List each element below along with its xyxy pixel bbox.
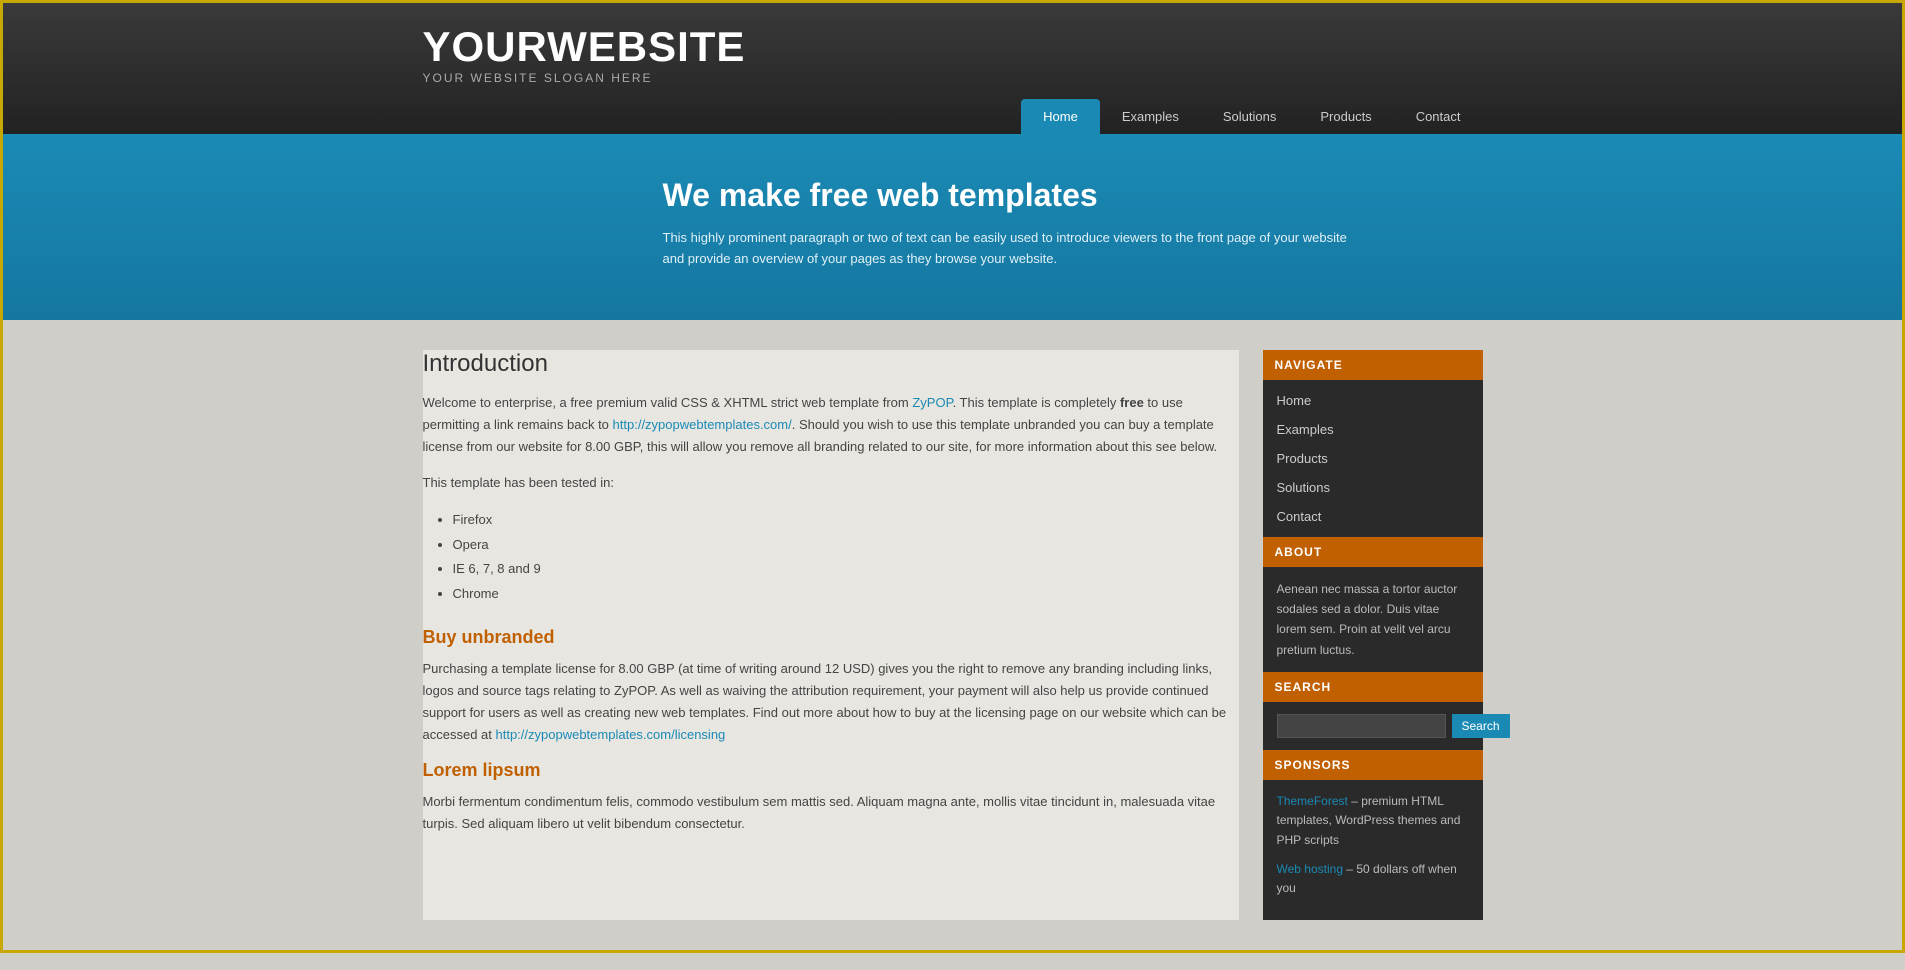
- content-area: Introduction Welcome to enterprise, a fr…: [423, 350, 1239, 921]
- sponsor-item-1: ThemeForest – premium HTML templates, Wo…: [1277, 792, 1469, 850]
- nav-item-solutions[interactable]: Solutions: [1201, 99, 1298, 134]
- sidebar-navigate-header: NAVIGATE: [1263, 350, 1483, 380]
- sidebar-about-section: ABOUT Aenean nec massa a tortor auctor s…: [1263, 537, 1483, 673]
- intro-heading: Introduction: [423, 350, 1239, 378]
- search-input-wrap: Search: [1277, 714, 1469, 738]
- site-slogan: YOUR WEBSITE SLOGAN HERE: [423, 71, 1483, 85]
- nav-item-home[interactable]: Home: [1021, 99, 1100, 134]
- sidebar-item-products[interactable]: Products: [1263, 444, 1483, 473]
- lorem-paragraph: Morbi fermentum condimentum felis, commo…: [423, 791, 1239, 835]
- sidebar-about-header: ABOUT: [1263, 537, 1483, 567]
- nav-item-contact[interactable]: Contact: [1394, 99, 1483, 134]
- nav-item-examples[interactable]: Examples: [1100, 99, 1201, 134]
- main-nav: Home Examples Solutions Products Contact: [423, 99, 1483, 134]
- zypop-templates-link[interactable]: http://zypopwebtemplates.com/: [613, 417, 792, 432]
- lorem-heading: Lorem lipsum: [423, 760, 1239, 781]
- list-item: Chrome: [453, 582, 1239, 607]
- search-input[interactable]: [1277, 714, 1446, 738]
- buy-paragraph: Purchasing a template license for 8.00 G…: [423, 658, 1239, 746]
- intro-text-prefix: Welcome to enterprise, a free premium va…: [423, 395, 913, 410]
- sidebar-sponsors-section: SPONSORS ThemeForest – premium HTML temp…: [1263, 750, 1483, 920]
- site-title: YOURWEBSITE: [423, 23, 1483, 71]
- search-button[interactable]: Search: [1452, 714, 1510, 738]
- list-item: Opera: [453, 533, 1239, 558]
- sidebar-search-body: Search: [1263, 702, 1483, 750]
- sponsor1-link[interactable]: ThemeForest: [1277, 794, 1348, 808]
- hero-section: We make free web templates This highly p…: [3, 137, 1902, 320]
- site-header: YOURWEBSITE YOUR WEBSITE SLOGAN HERE Hom…: [3, 3, 1902, 137]
- licensing-link[interactable]: http://zypopwebtemplates.com/licensing: [496, 727, 726, 742]
- hero-title: We make free web templates: [663, 177, 1483, 214]
- main-content: Introduction Welcome to enterprise, a fr…: [403, 320, 1503, 951]
- sidebar-item-examples[interactable]: Examples: [1263, 415, 1483, 444]
- buy-heading: Buy unbranded: [423, 627, 1239, 648]
- sidebar-nav-body: Home Examples Products Solutions Contact: [1263, 380, 1483, 537]
- list-item: Firefox: [453, 508, 1239, 533]
- intro-paragraph-1: Welcome to enterprise, a free premium va…: [423, 392, 1239, 458]
- sidebar-search-header: SEARCH: [1263, 672, 1483, 702]
- sidebar-about-text: Aenean nec massa a tortor auctor sodales…: [1263, 567, 1483, 673]
- intro-text-mid: . This template is completely: [953, 395, 1120, 410]
- sidebar-navigate-section: NAVIGATE Home Examples Products Solution…: [1263, 350, 1483, 537]
- intro-bold: free: [1120, 395, 1144, 410]
- sidebar-item-solutions[interactable]: Solutions: [1263, 473, 1483, 502]
- sidebar-sponsors-body: ThemeForest – premium HTML templates, Wo…: [1263, 780, 1483, 920]
- sponsor-item-2: Web hosting – 50 dollars off when you: [1277, 860, 1469, 898]
- sidebar: NAVIGATE Home Examples Products Solution…: [1263, 350, 1483, 921]
- tested-label: This template has been tested in:: [423, 472, 1239, 494]
- nav-item-products[interactable]: Products: [1298, 99, 1393, 134]
- hero-text: This highly prominent paragraph or two o…: [663, 228, 1363, 270]
- list-item: IE 6, 7, 8 and 9: [453, 557, 1239, 582]
- sponsor2-link[interactable]: Web hosting: [1277, 862, 1344, 876]
- sidebar-search-section: SEARCH Search: [1263, 672, 1483, 750]
- zypop-link[interactable]: ZyPOP: [912, 395, 952, 410]
- sidebar-item-contact[interactable]: Contact: [1263, 502, 1483, 531]
- tested-list: Firefox Opera IE 6, 7, 8 and 9 Chrome: [453, 508, 1239, 607]
- sidebar-sponsors-header: SPONSORS: [1263, 750, 1483, 780]
- sidebar-item-home[interactable]: Home: [1263, 386, 1483, 415]
